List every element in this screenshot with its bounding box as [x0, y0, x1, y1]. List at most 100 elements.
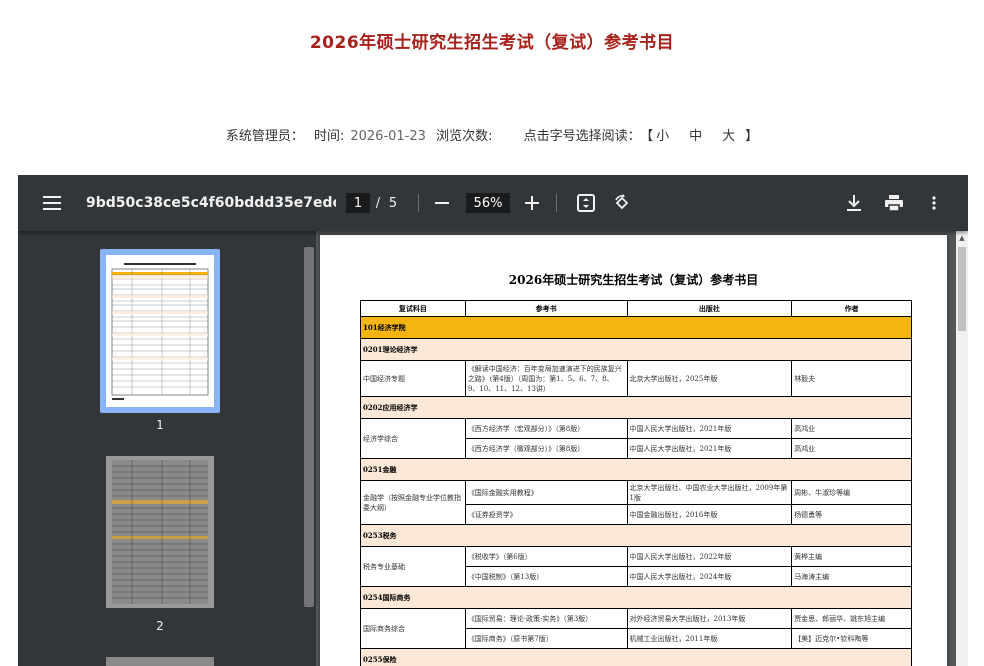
table-header-row: 复试科目 参考书 出版社 作者: [360, 300, 912, 317]
rotate-button[interactable]: [610, 175, 634, 231]
cell-book: 《国际贸易：理论·政策·实务》（第3版）: [464, 608, 628, 629]
views-label: 浏览次数:: [436, 129, 493, 144]
cell-book: 《西方经济学（宏观部分）》（第8版）: [464, 418, 628, 439]
cell-subject: 金融学（按照金融专业学位教指委大纲）: [360, 480, 466, 525]
thumbnail-image: [106, 255, 214, 407]
zoom-out-icon: [435, 202, 449, 204]
pdf-viewer: 9bd50c38ce5c4f60bddd35e7edc7cf... / 5: [18, 175, 968, 666]
table-row: 国际商务综合 《国际贸易：理论·政策·实务》（第3版） 对外经济贸易大学出版社，…: [360, 608, 912, 649]
more-vert-icon: [932, 196, 936, 210]
font-size-medium[interactable]: 中: [689, 129, 702, 144]
cell-book: 《中国税制》（第13版）: [464, 566, 628, 587]
document-scrollbar-thumb[interactable]: [958, 247, 966, 331]
subcategory-label: 0253税务: [360, 524, 912, 547]
menu-icon: [43, 196, 61, 210]
scroll-up-arrow[interactable]: ▲: [956, 231, 968, 245]
cell-book: 《税收学》（第6版）: [464, 546, 628, 567]
more-options-button[interactable]: [922, 175, 946, 231]
zoom-box[interactable]: [466, 175, 510, 231]
subcategory-row: 0254国际商务: [360, 586, 912, 609]
subcategory-label: 0201理论经济学: [360, 338, 912, 361]
thumbnail-preview: [111, 263, 209, 400]
page-number-input[interactable]: [346, 193, 370, 213]
cell-publisher: 北京大学出版社，2025年版: [626, 360, 793, 397]
subcategory-row: 0255保险: [360, 648, 912, 666]
cell-publisher: 中国人民大学出版社，2022年版: [626, 546, 793, 567]
cell-publisher: 机械工业出版社，2011年版: [626, 628, 793, 649]
header-subject: 复试科目: [360, 300, 466, 317]
cell-author: 【美】迈克尔•钦科陶等: [791, 628, 912, 649]
document-page: 2026年硕士研究生招生考试（复试）参考书目 复试科目 参考书 出版社 作者 1…: [320, 235, 947, 666]
viewer-toolbar: 9bd50c38ce5c4f60bddd35e7edc7cf... / 5: [18, 175, 968, 231]
thumbnail-label-2: 2: [156, 619, 164, 633]
page-separator: /: [375, 195, 381, 211]
thumbnail-sidebar: 1 2: [18, 231, 302, 666]
zoom-in-icon: [525, 196, 539, 210]
admin-label: 系统管理员：: [225, 129, 304, 144]
cell-author: 贾金思、郎丽华、姚东旭主编: [791, 608, 912, 629]
fit-page-icon: [577, 194, 595, 212]
print-button[interactable]: [882, 175, 906, 231]
download-icon: [847, 195, 861, 211]
zoom-in-button[interactable]: [520, 175, 544, 231]
cell-author: 黄桦主编: [791, 546, 912, 567]
print-icon: [885, 195, 903, 211]
bracket-open: 【: [646, 129, 654, 144]
header-author: 作者: [791, 300, 912, 317]
cell-publisher: 北京大学出版社、中国农业大学出版社，2009年第1版: [626, 480, 793, 505]
time-label: 时间:: [313, 129, 345, 144]
cell-publisher: 对外经济贸易大学出版社，2013年版: [626, 608, 793, 629]
article-meta: 系统管理员： 时间: 2026-01-23 浏览次数: 点击字号选择阅读： 【小 中 大…: [0, 125, 984, 144]
menu-button[interactable]: [36, 175, 68, 231]
sidebar-scrollbar-thumb[interactable]: [304, 247, 314, 607]
zoom-input[interactable]: [466, 193, 510, 213]
font-size-small[interactable]: 小: [656, 129, 669, 144]
cell-publisher: 中国人民大学出版社，2021年版: [626, 438, 793, 459]
page-number-box[interactable]: [346, 175, 370, 231]
thumbnail-preview: [112, 460, 208, 604]
cell-subject: 税务专业基础: [360, 546, 466, 587]
document-area: 2026年硕士研究生招生考试（复试）参考书目 复试科目 参考书 出版社 作者 1…: [316, 231, 968, 666]
subcategory-row: 0201理论经济学: [360, 338, 912, 361]
page-total: 5: [388, 195, 398, 211]
category-row: 101经济学院: [360, 316, 912, 339]
thumbnail-label-1: 1: [156, 418, 164, 432]
thumbnail-page-2[interactable]: [106, 456, 214, 608]
subcategory-label: 0255保险: [360, 648, 912, 666]
document-title: 2026年硕士研究生招生考试（复试）参考书目: [508, 273, 759, 287]
fit-page-button[interactable]: [574, 175, 598, 231]
page-title: 2026年硕士研究生招生考试（复试）参考书目: [309, 33, 675, 53]
font-size-label: 点击字号选择阅读：: [523, 129, 641, 144]
table-row: 金融学（按照金融专业学位教指委大纲） 《国际金融实用教程》 北京大学出版社、中国…: [360, 480, 912, 525]
cell-author: 杨德勇等: [791, 504, 912, 525]
subcategory-row: 0253税务: [360, 524, 912, 547]
cell-book: 《证券投资学》: [464, 504, 628, 525]
font-size-large[interactable]: 大: [722, 129, 735, 144]
cell-subject: 经济学综合: [360, 418, 466, 459]
thumbnail-page-3[interactable]: [106, 657, 214, 666]
cell-book: 《国际金融实用教程》: [464, 480, 628, 505]
header-book: 参考书: [464, 300, 628, 317]
file-name: 9bd50c38ce5c4f60bddd35e7edc7cf...: [86, 195, 336, 211]
bracket-close: 】: [745, 129, 759, 144]
cell-subject: 国际商务综合: [360, 608, 466, 649]
table-row: 税务专业基础 《税收学》（第6版） 中国人民大学出版社，2022年版 黄桦主编: [360, 546, 912, 587]
cell-author: 高鸿业: [791, 438, 912, 459]
cell-book: 《解读中国经济：百年变局加速演进下的民族复兴之路》（第4版）（周国为：第1、5、…: [464, 360, 628, 397]
cell-publisher: 中国金融出版社，2016年版: [626, 504, 793, 525]
subcategory-row: 0202应用经济学: [360, 396, 912, 419]
subcategory-label: 0202应用经济学: [360, 396, 912, 419]
cell-subject: 中国经济专题: [360, 360, 466, 397]
cell-author: 高鸿业: [791, 418, 912, 439]
cell-author: 周彬、牛淑珍等编: [791, 480, 912, 505]
cell-book: 《西方经济学（微观部分）》（第8版）: [464, 438, 628, 459]
zoom-out-button[interactable]: [430, 175, 454, 231]
subcategory-row: 0251金融: [360, 458, 912, 481]
booklist-table: 复试科目 参考书 出版社 作者 101经济学院 0201理论经济学 中国经济专题…: [360, 300, 912, 666]
subcategory-label: 0251金融: [360, 458, 912, 481]
time-value: 2026-01-23: [350, 129, 426, 144]
cell-author: 马海涛主编: [791, 566, 912, 587]
thumbnail-page-1[interactable]: [100, 249, 220, 413]
cell-publisher: 中国人民大学出版社，2021年版: [626, 418, 793, 439]
download-button[interactable]: [842, 175, 866, 231]
